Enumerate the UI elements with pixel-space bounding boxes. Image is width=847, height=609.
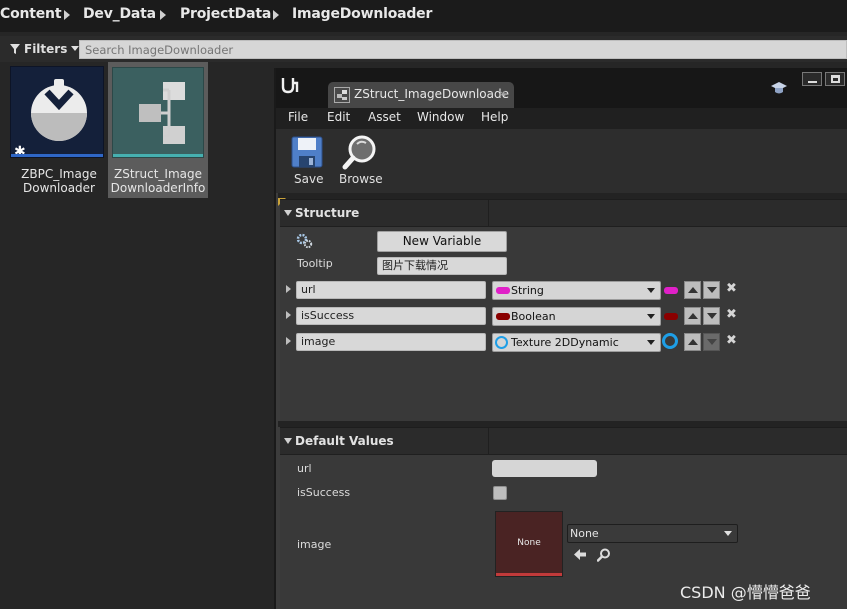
- tab-title: ZStruct_ImageDownloade: [354, 87, 509, 101]
- move-down-button[interactable]: [703, 281, 720, 299]
- tooltip-label: Tooltip: [297, 257, 333, 270]
- breadcrumb-item-imagedownloader[interactable]: ImageDownloader: [292, 6, 432, 22]
- funnel-icon: [10, 44, 20, 54]
- menu-window[interactable]: Window: [417, 110, 464, 124]
- column-divider: [488, 200, 489, 226]
- save-label: Save: [294, 172, 324, 186]
- asset-thumbnail: ✱: [10, 66, 104, 160]
- unreal-logo-icon: [281, 78, 299, 94]
- menu-bar: [276, 108, 847, 129]
- struct-tab-icon: [334, 87, 350, 103]
- image-thumbnail[interactable]: None: [495, 511, 563, 577]
- image-asset-select[interactable]: None: [567, 524, 738, 543]
- move-down-button: [703, 333, 720, 351]
- document-tab[interactable]: ZStruct_ImageDownloade ×: [328, 82, 514, 108]
- menu-file[interactable]: File: [288, 110, 308, 124]
- magnifier-icon: [342, 135, 376, 170]
- chevron-down-icon: [647, 314, 655, 319]
- default-image-label: image: [297, 538, 332, 551]
- asset-name-line2: Downloader: [23, 181, 95, 195]
- variable-name-image[interactable]: image: [296, 333, 486, 351]
- variable-type-label: Boolean: [511, 310, 556, 323]
- menu-help[interactable]: Help: [481, 110, 508, 124]
- variable-type-label: Texture 2DDynamic: [511, 336, 619, 349]
- issuccess-checkbox[interactable]: [493, 486, 507, 500]
- chevron-right-icon[interactable]: [160, 10, 166, 20]
- asset-name-line1: ZStruct_Image: [114, 167, 202, 181]
- chevron-right-icon[interactable]: [273, 10, 279, 20]
- delete-variable-button[interactable]: ✖: [726, 333, 737, 348]
- variable-type-url[interactable]: String: [492, 281, 661, 300]
- asset-tile-struct[interactable]: ZStruct_Image DownloaderInfo: [108, 62, 208, 198]
- image-thumbnail-text: None: [517, 538, 541, 548]
- column-divider: [488, 428, 489, 454]
- chevron-down-icon: [724, 531, 732, 536]
- breadcrumb-item-content[interactable]: Content: [0, 6, 62, 22]
- breadcrumb-item-dev-data[interactable]: Dev_Data: [83, 6, 156, 22]
- expand-arrow-icon[interactable]: [286, 285, 291, 293]
- maximize-button[interactable]: [825, 72, 845, 86]
- string-pin-icon: [496, 287, 510, 294]
- menu-asset[interactable]: Asset: [368, 110, 401, 124]
- move-up-button[interactable]: [684, 333, 701, 351]
- blueprint-sphere-icon: ✱: [14, 79, 87, 160]
- new-variable-button[interactable]: New Variable: [377, 231, 507, 252]
- move-up-button[interactable]: [684, 307, 701, 325]
- chevron-down-icon: [647, 340, 655, 345]
- container-type-icon[interactable]: [664, 287, 678, 294]
- default-url-label: url: [297, 462, 312, 475]
- variable-name-issuccess[interactable]: isSuccess: [296, 307, 486, 325]
- structure-title: Structure: [295, 206, 360, 220]
- mortarboard-icon[interactable]: [770, 80, 788, 96]
- use-selected-arrow-icon[interactable]: [573, 548, 587, 561]
- asset-grid: ✱ ZBPC_Image Downloader ZStruct_Image Do…: [0, 62, 274, 609]
- default-issuccess-label: isSuccess: [297, 486, 351, 499]
- browse-label: Browse: [339, 172, 383, 186]
- move-up-button[interactable]: [684, 281, 701, 299]
- structure-header[interactable]: Structure: [280, 199, 847, 227]
- delete-variable-button[interactable]: ✖: [726, 307, 737, 322]
- chevron-down-icon: [647, 288, 655, 293]
- variable-name-url[interactable]: url: [296, 281, 486, 299]
- menu-edit[interactable]: Edit: [327, 110, 350, 124]
- filters-label: Filters: [24, 42, 68, 56]
- gears-icon: [296, 233, 313, 249]
- image-asset-select-value: None: [570, 527, 599, 540]
- delete-variable-button[interactable]: ✖: [726, 281, 737, 296]
- container-type-icon[interactable]: [664, 313, 678, 320]
- default-values-header[interactable]: Default Values: [280, 427, 847, 455]
- asset-name-line1: ZBPC_Image: [21, 167, 97, 181]
- tooltip-field[interactable]: 图片下载情况: [377, 257, 507, 275]
- variable-type-label: String: [511, 284, 544, 297]
- chevron-right-icon[interactable]: [64, 10, 70, 20]
- object-pin-icon: [495, 336, 508, 349]
- move-down-button[interactable]: [703, 307, 720, 325]
- breadcrumb-item-projectdata[interactable]: ProjectData: [180, 6, 271, 22]
- variable-type-issuccess[interactable]: Boolean: [492, 307, 661, 326]
- container-type-icon[interactable]: [662, 333, 678, 349]
- struct-icon: [139, 82, 185, 144]
- asset-thumbnail: [112, 67, 204, 158]
- boolean-pin-icon: [496, 313, 510, 320]
- collapse-arrow-icon: [284, 438, 292, 444]
- close-tab-icon[interactable]: ×: [498, 87, 507, 100]
- search-input[interactable]: [79, 40, 847, 59]
- expand-arrow-icon[interactable]: [286, 311, 291, 319]
- default-url-field[interactable]: [492, 460, 597, 477]
- variable-type-image[interactable]: Texture 2DDynamic: [492, 333, 661, 352]
- browse-asset-icon[interactable]: [597, 548, 611, 562]
- filters-button[interactable]: Filters: [10, 39, 80, 59]
- asset-name-line2: DownloaderInfo: [110, 181, 206, 195]
- asset-tile-bpc[interactable]: ✱ ZBPC_Image Downloader: [10, 66, 108, 200]
- watermark: CSDN @懵懵爸爸: [680, 583, 811, 602]
- default-values-title: Default Values: [295, 434, 394, 448]
- floppy-disk-icon: [291, 136, 323, 168]
- breadcrumb: Content Dev_Data ProjectData ImageDownlo…: [0, 0, 847, 32]
- expand-arrow-icon[interactable]: [286, 337, 291, 345]
- texture-type-bar: [496, 573, 562, 576]
- collapse-arrow-icon: [284, 210, 292, 216]
- minimize-button[interactable]: [802, 72, 822, 86]
